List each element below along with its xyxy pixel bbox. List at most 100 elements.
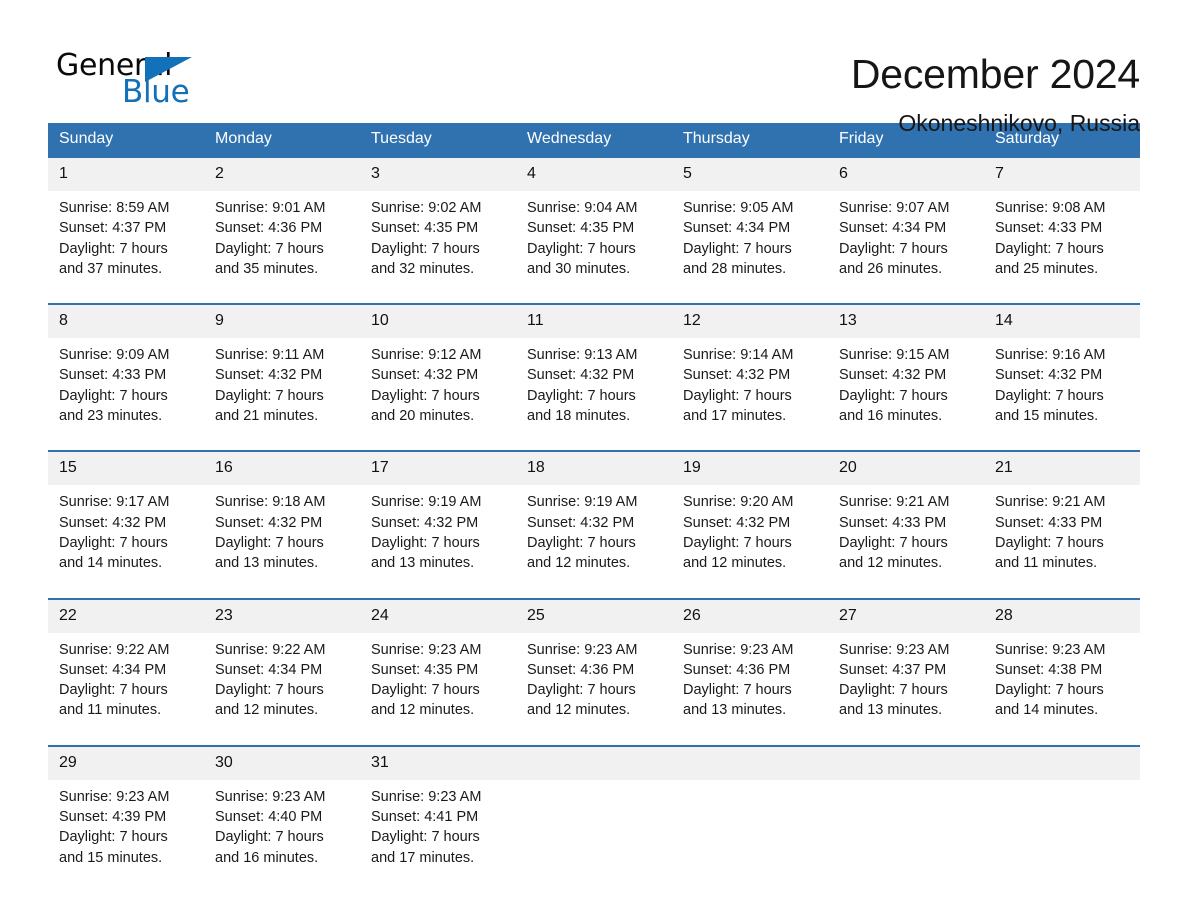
daylight-text-line2: and 12 minutes.	[527, 702, 631, 719]
day-info: Sunrise: 9:23 AM Sunset: 4:36 PM Dayligh…	[516, 633, 672, 731]
sunrise-text: Sunrise: 9:23 AM	[995, 641, 1106, 658]
daylight-text-line1: Daylight: 7 hours	[683, 240, 792, 257]
calendar-day-cell[interactable]: 25 Sunrise: 9:23 AM Sunset: 4:36 PM Dayl…	[516, 597, 672, 731]
daylight-text-line1: Daylight: 7 hours	[527, 240, 636, 257]
sunset-text: Sunset: 4:41 PM	[371, 809, 479, 826]
day-number: 16	[204, 452, 360, 486]
sunrise-text: Sunrise: 9:07 AM	[839, 200, 950, 216]
calendar-day-cell[interactable]: 17 Sunrise: 9:19 AM Sunset: 4:32 PM Dayl…	[360, 450, 516, 584]
calendar-day-cell[interactable]: 12 Sunrise: 9:14 AM Sunset: 4:32 PM Dayl…	[672, 303, 828, 437]
sunset-text	[995, 807, 1130, 827]
sunrise-text: Sunrise: 9:23 AM	[683, 641, 794, 658]
calendar-day-cell[interactable]: 2 Sunrise: 9:01 AM Sunset: 4:36 PM Dayli…	[204, 155, 360, 290]
daylight-text-line1: Daylight: 7 hours	[371, 387, 480, 404]
day-info: Sunrise: 9:18 AM Sunset: 4:32 PM Dayligh…	[204, 485, 360, 583]
calendar-day-cell[interactable]: 19 Sunrise: 9:20 AM Sunset: 4:32 PM Dayl…	[672, 450, 828, 584]
calendar-day-cell[interactable]: 23 Sunrise: 9:22 AM Sunset: 4:34 PM Dayl…	[204, 597, 360, 731]
daylight-text-line1	[995, 827, 1130, 847]
calendar-day-cell[interactable]: 16 Sunrise: 9:18 AM Sunset: 4:32 PM Dayl…	[204, 450, 360, 584]
daylight-text-line2: and 28 minutes.	[683, 260, 787, 277]
calendar-day-cell[interactable]: 27 Sunrise: 9:23 AM Sunset: 4:37 PM Dayl…	[828, 597, 984, 731]
week-spacer-row	[48, 583, 1140, 599]
daylight-text-line1	[683, 827, 818, 847]
sunset-text: Sunset: 4:32 PM	[371, 367, 479, 384]
daylight-text-line1: Daylight: 7 hours	[371, 682, 480, 699]
day-info: Sunrise: 9:19 AM Sunset: 4:32 PM Dayligh…	[516, 485, 672, 583]
calendar-day-cell[interactable]: 15 Sunrise: 9:17 AM Sunset: 4:32 PM Dayl…	[48, 450, 204, 584]
day-info: Sunrise: 9:13 AM Sunset: 4:32 PM Dayligh…	[516, 338, 672, 436]
calendar-day-cell[interactable]: 22 Sunrise: 9:22 AM Sunset: 4:34 PM Dayl…	[48, 597, 204, 731]
general-blue-logo[interactable]: General Blue	[48, 48, 208, 112]
sunset-text: Sunset: 4:32 PM	[527, 367, 635, 384]
calendar-day-cell[interactable]: 26 Sunrise: 9:23 AM Sunset: 4:36 PM Dayl…	[672, 597, 828, 731]
calendar-day-cell[interactable]: 3 Sunrise: 9:02 AM Sunset: 4:35 PM Dayli…	[360, 155, 516, 290]
sunset-text: Sunset: 4:32 PM	[527, 514, 635, 531]
calendar-day-cell[interactable]: 8 Sunrise: 9:09 AM Sunset: 4:33 PM Dayli…	[48, 303, 204, 437]
day-info	[516, 780, 672, 878]
calendar-day-cell[interactable]: 10 Sunrise: 9:12 AM Sunset: 4:32 PM Dayl…	[360, 303, 516, 437]
sunrise-text: Sunrise: 9:23 AM	[371, 788, 482, 805]
calendar-day-cell-empty	[984, 744, 1140, 878]
calendar-day-cell[interactable]: 21 Sunrise: 9:21 AM Sunset: 4:33 PM Dayl…	[984, 450, 1140, 584]
day-info: Sunrise: 8:59 AM Sunset: 4:37 PM Dayligh…	[48, 191, 204, 289]
calendar-day-cell[interactable]: 11 Sunrise: 9:13 AM Sunset: 4:32 PM Dayl…	[516, 303, 672, 437]
sunset-text: Sunset: 4:38 PM	[995, 661, 1103, 678]
day-info	[672, 780, 828, 878]
calendar-day-cell[interactable]: 18 Sunrise: 9:19 AM Sunset: 4:32 PM Dayl…	[516, 450, 672, 584]
day-number: 13	[828, 305, 984, 339]
sunset-text: Sunset: 4:32 PM	[215, 514, 323, 531]
sunset-text: Sunset: 4:35 PM	[527, 220, 635, 237]
daylight-text-line1: Daylight: 7 hours	[371, 240, 480, 257]
calendar-day-cell[interactable]: 7 Sunrise: 9:08 AM Sunset: 4:33 PM Dayli…	[984, 155, 1140, 290]
day-number: 28	[984, 599, 1140, 633]
calendar-day-cell[interactable]: 31 Sunrise: 9:23 AM Sunset: 4:41 PM Dayl…	[360, 744, 516, 878]
day-number: 27	[828, 599, 984, 633]
sunrise-text: Sunrise: 9:23 AM	[59, 788, 170, 805]
calendar-page: General Blue December 2024 Okoneshnikovo…	[0, 0, 1188, 918]
daylight-text-line2: and 15 minutes.	[995, 408, 1099, 425]
calendar-day-cell[interactable]: 29 Sunrise: 9:23 AM Sunset: 4:39 PM Dayl…	[48, 744, 204, 878]
daylight-text-line2: and 18 minutes.	[527, 408, 631, 425]
sunset-text	[527, 807, 662, 827]
calendar-day-cell[interactable]: 14 Sunrise: 9:16 AM Sunset: 4:32 PM Dayl…	[984, 303, 1140, 437]
daylight-text-line2: and 20 minutes.	[371, 408, 475, 425]
daylight-text-line2: and 17 minutes.	[371, 849, 475, 866]
sunrise-text	[995, 787, 1130, 807]
calendar-week-row: 1 Sunrise: 8:59 AM Sunset: 4:37 PM Dayli…	[48, 155, 1140, 290]
day-number: 5	[672, 158, 828, 191]
day-number	[672, 746, 828, 780]
sunrise-text	[683, 787, 818, 807]
sunset-text	[683, 807, 818, 827]
daylight-text-line2: and 14 minutes.	[995, 702, 1099, 719]
calendar-day-cell[interactable]: 30 Sunrise: 9:23 AM Sunset: 4:40 PM Dayl…	[204, 744, 360, 878]
daylight-text-line1: Daylight: 7 hours	[995, 534, 1104, 551]
week-spacer-cell	[48, 289, 1140, 305]
calendar-day-cell[interactable]: 1 Sunrise: 8:59 AM Sunset: 4:37 PM Dayli…	[48, 155, 204, 290]
daylight-text-line2: and 26 minutes.	[839, 260, 943, 277]
daylight-text-line1: Daylight: 7 hours	[839, 240, 948, 257]
day-number: 12	[672, 305, 828, 339]
weekday-header-sunday: Sunday	[48, 123, 204, 157]
day-info: Sunrise: 9:20 AM Sunset: 4:32 PM Dayligh…	[672, 485, 828, 583]
calendar-day-cell[interactable]: 13 Sunrise: 9:15 AM Sunset: 4:32 PM Dayl…	[828, 303, 984, 437]
sunrise-text: Sunrise: 9:19 AM	[371, 494, 482, 511]
sunrise-text: Sunrise: 9:22 AM	[59, 641, 170, 658]
daylight-text-line2: and 16 minutes.	[839, 408, 943, 425]
daylight-text-line2: and 23 minutes.	[59, 408, 163, 425]
calendar-day-cell[interactable]: 20 Sunrise: 9:21 AM Sunset: 4:33 PM Dayl…	[828, 450, 984, 584]
sunrise-text	[527, 787, 662, 807]
calendar-week-row: 8 Sunrise: 9:09 AM Sunset: 4:33 PM Dayli…	[48, 303, 1140, 437]
sunrise-text: Sunrise: 9:05 AM	[683, 200, 794, 216]
calendar-day-cell[interactable]: 4 Sunrise: 9:04 AM Sunset: 4:35 PM Dayli…	[516, 155, 672, 290]
calendar-day-cell[interactable]: 24 Sunrise: 9:23 AM Sunset: 4:35 PM Dayl…	[360, 597, 516, 731]
sunset-text: Sunset: 4:33 PM	[995, 514, 1103, 531]
calendar-day-cell[interactable]: 5 Sunrise: 9:05 AM Sunset: 4:34 PM Dayli…	[672, 155, 828, 290]
calendar-day-cell[interactable]: 6 Sunrise: 9:07 AM Sunset: 4:34 PM Dayli…	[828, 155, 984, 290]
calendar-day-cell[interactable]: 9 Sunrise: 9:11 AM Sunset: 4:32 PM Dayli…	[204, 303, 360, 437]
daylight-text-line1	[527, 827, 662, 847]
day-number: 29	[48, 746, 204, 780]
day-number: 25	[516, 599, 672, 633]
week-spacer-cell	[48, 583, 1140, 599]
calendar-day-cell[interactable]: 28 Sunrise: 9:23 AM Sunset: 4:38 PM Dayl…	[984, 597, 1140, 731]
sunrise-text: Sunrise: 9:04 AM	[527, 200, 638, 216]
